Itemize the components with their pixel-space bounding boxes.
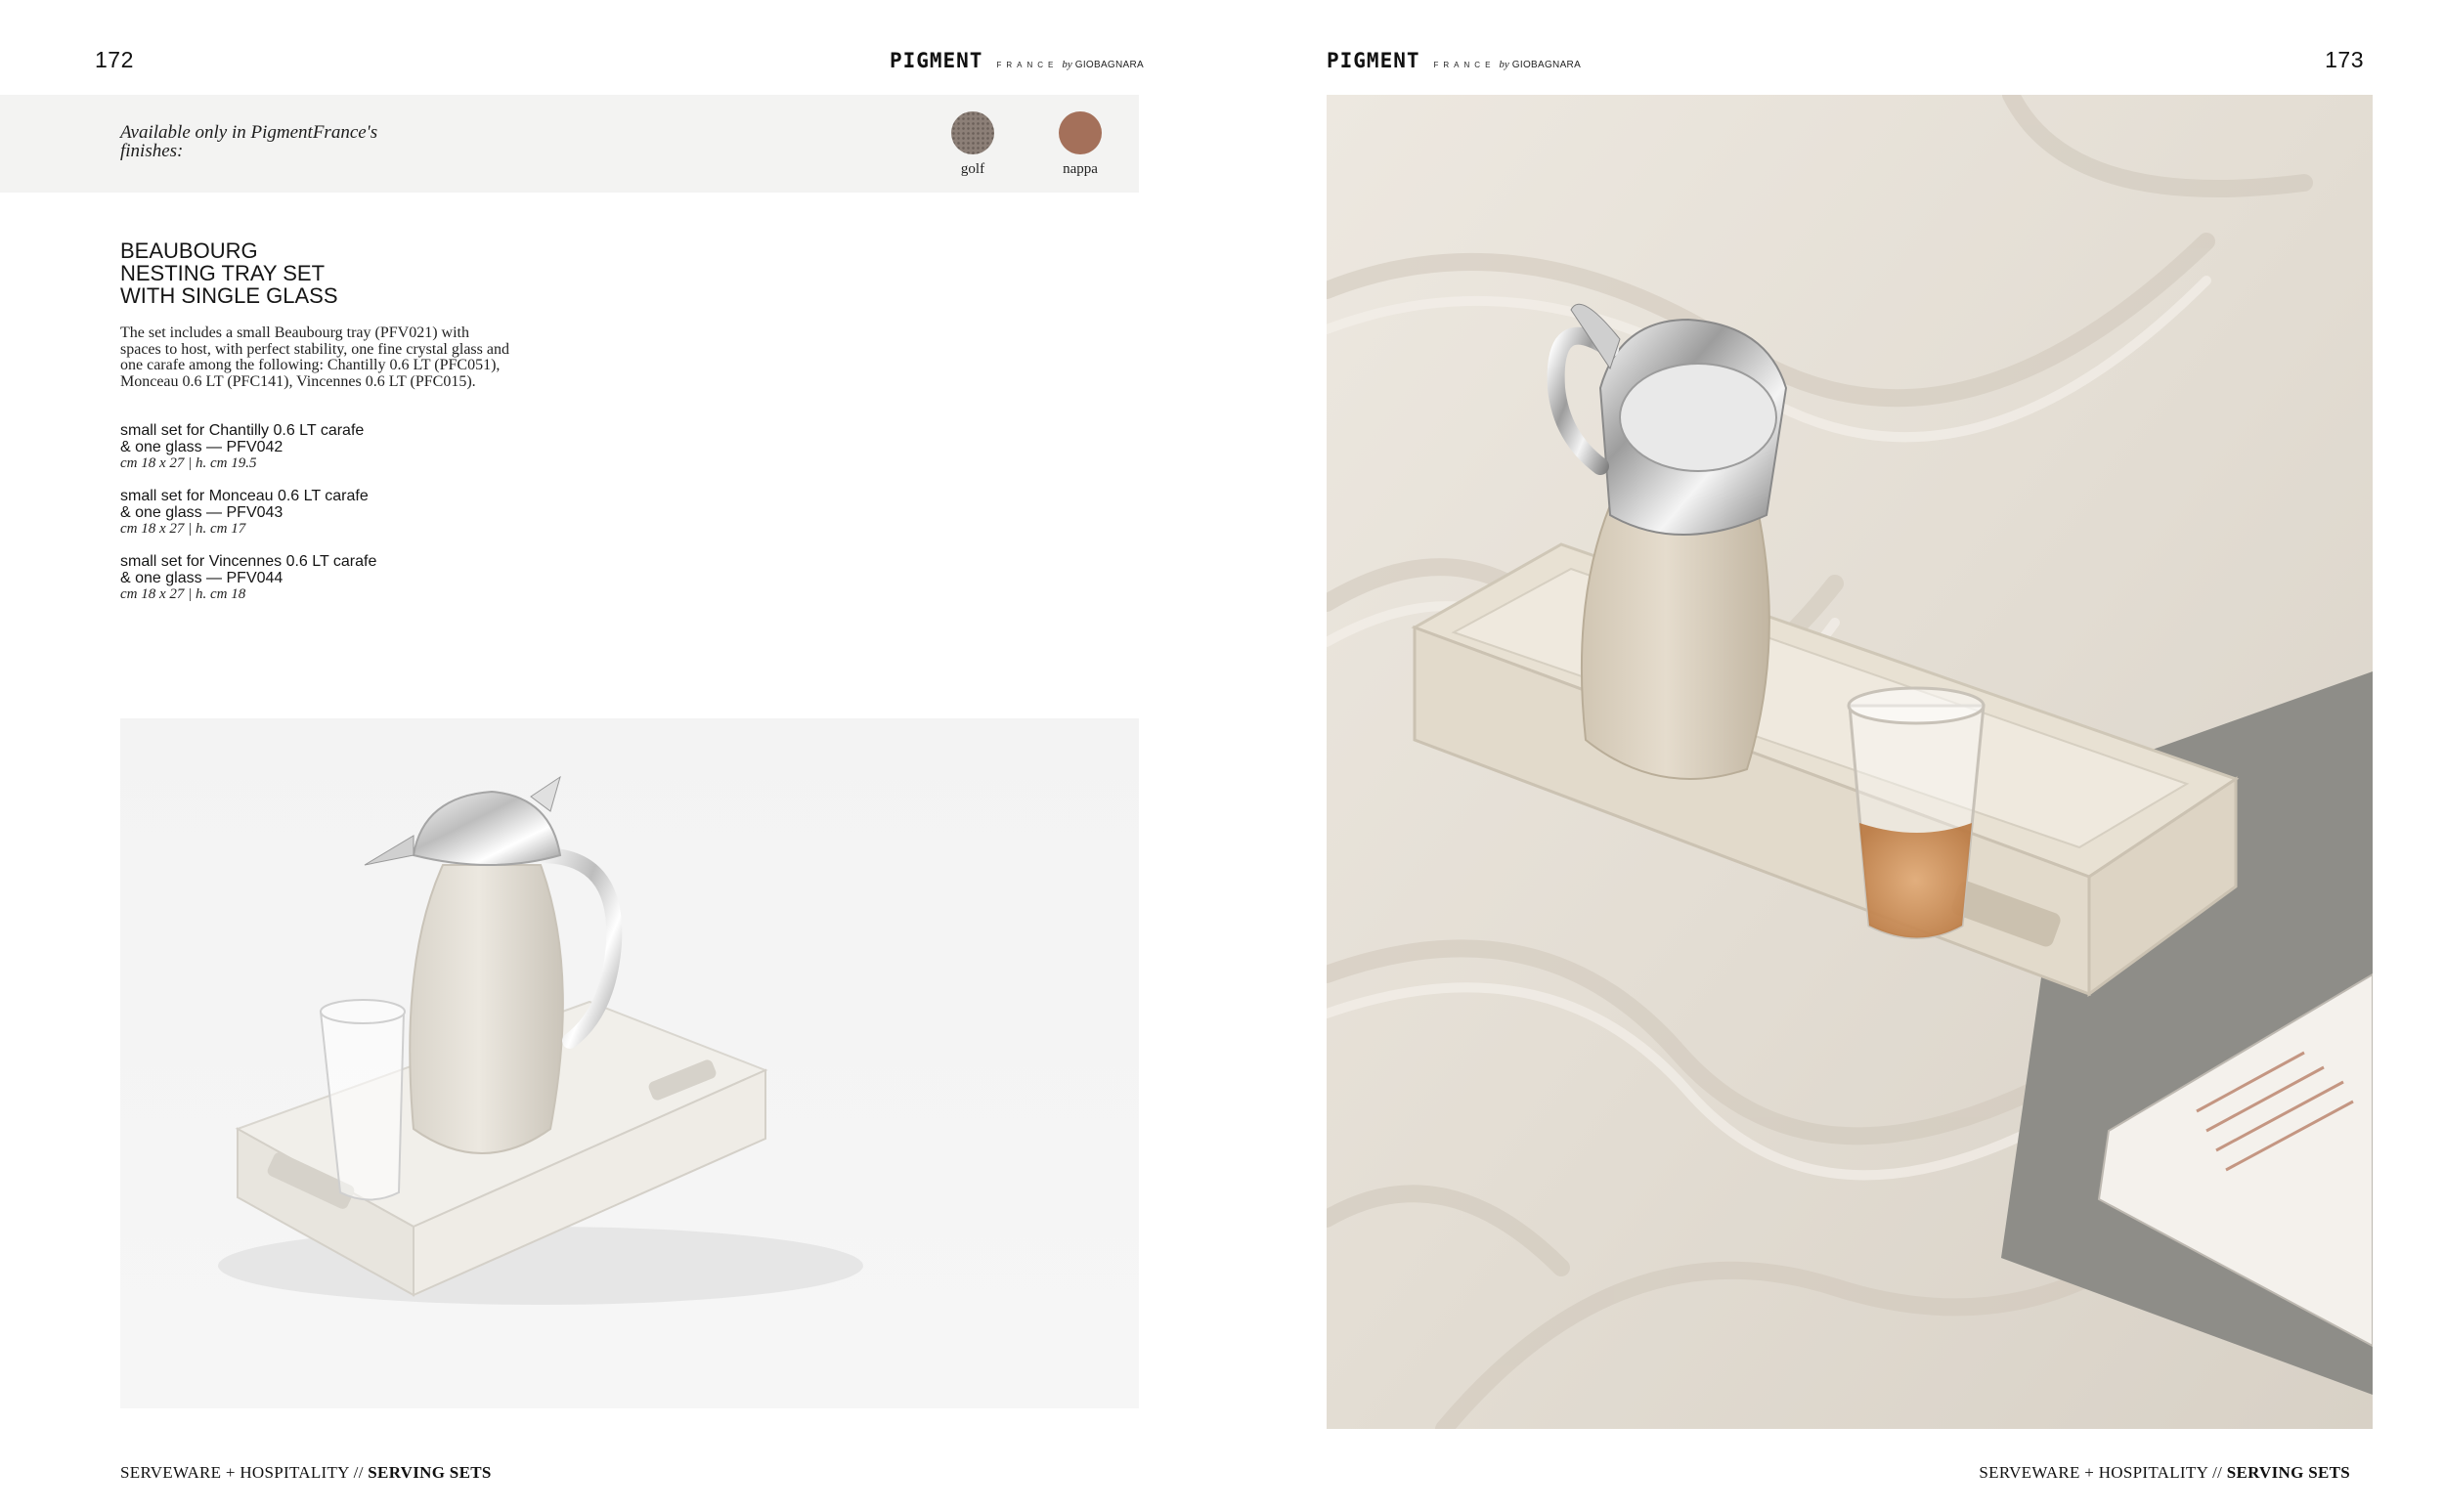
brand-sub: FRANCE	[1433, 61, 1496, 69]
brand-by: by	[1499, 59, 1509, 70]
variant-item: small set for Monceau 0.6 LT carafe & on…	[120, 488, 369, 537]
lifestyle-illustration	[1327, 95, 2373, 1429]
page-number-left: 172	[95, 47, 134, 72]
brand-main: PIGMENT	[889, 49, 983, 72]
variant-code: & one glass — PFV042	[120, 439, 284, 455]
variant-dimensions: cm 18 x 27 | h. cm 18	[120, 586, 246, 602]
studio-illustration	[218, 775, 863, 1305]
brand-logo-left: PIGMENT FRANCE by GIOBAGNARA	[890, 49, 1144, 72]
variant-name: small set for Monceau 0.6 LT carafe	[120, 488, 369, 504]
footer-subsection: SERVING SETS	[368, 1463, 492, 1482]
variant-code: & one glass — PFV043	[120, 504, 284, 521]
footer-subsection: SERVING SETS	[2226, 1463, 2350, 1482]
product-photo-lifestyle	[1327, 95, 2373, 1429]
title-line: NESTING TRAY SET	[120, 261, 326, 285]
variant-item: small set for Chantilly 0.6 LT carafe & …	[120, 422, 364, 471]
product-title: BEAUBOURG NESTING TRAY SET WITH SINGLE G…	[120, 239, 338, 307]
brand-by: by	[1062, 59, 1072, 70]
title-line: BEAUBOURG	[120, 238, 258, 263]
finish-swatch-golf: golf	[938, 111, 1007, 178]
finishes-band: Available only in PigmentFrance's finish…	[0, 95, 1139, 193]
variant-dimensions: cm 18 x 27 | h. cm 17	[120, 521, 246, 537]
product-description: The set includes a small Beaubourg tray …	[120, 324, 509, 390]
footer-section: SERVEWARE + HOSPITALITY //	[120, 1463, 364, 1482]
product-photo-studio	[120, 718, 1139, 1408]
swatch-caption: golf	[960, 161, 985, 177]
brand-sub: FRANCE	[996, 61, 1059, 69]
variant-code: & one glass — PFV044	[120, 570, 284, 586]
variant-dimensions: cm 18 x 27 | h. cm 19.5	[120, 455, 257, 471]
swatch-dot	[951, 111, 994, 154]
swatch-caption: nappa	[1063, 161, 1098, 177]
finishes-label: Available only in PigmentFrance's finish…	[120, 122, 378, 161]
brand-maker: GIOBAGNARA	[1074, 60, 1144, 70]
title-line: WITH SINGLE GLASS	[120, 283, 338, 308]
variant-name: small set for Vincennes 0.6 LT carafe	[120, 553, 377, 570]
variant-item: small set for Vincennes 0.6 LT carafe & …	[120, 553, 376, 602]
brand-maker: GIOBAGNARA	[1511, 60, 1582, 70]
footer-right: SERVEWARE + HOSPITALITY // SERVING SETS	[1979, 1463, 2350, 1483]
swatch-dot	[1059, 111, 1102, 154]
finish-swatch-nappa: nappa	[1046, 111, 1114, 178]
variant-name: small set for Chantilly 0.6 LT carafe	[120, 422, 365, 439]
brand-logo-right: PIGMENT FRANCE by GIOBAGNARA	[1327, 49, 1581, 72]
footer-left: SERVEWARE + HOSPITALITY // SERVING SETS	[120, 1463, 492, 1483]
brand-main: PIGMENT	[1327, 49, 1420, 72]
page-number-right: 173	[2325, 47, 2364, 72]
footer-section: SERVEWARE + HOSPITALITY //	[1979, 1463, 2223, 1482]
